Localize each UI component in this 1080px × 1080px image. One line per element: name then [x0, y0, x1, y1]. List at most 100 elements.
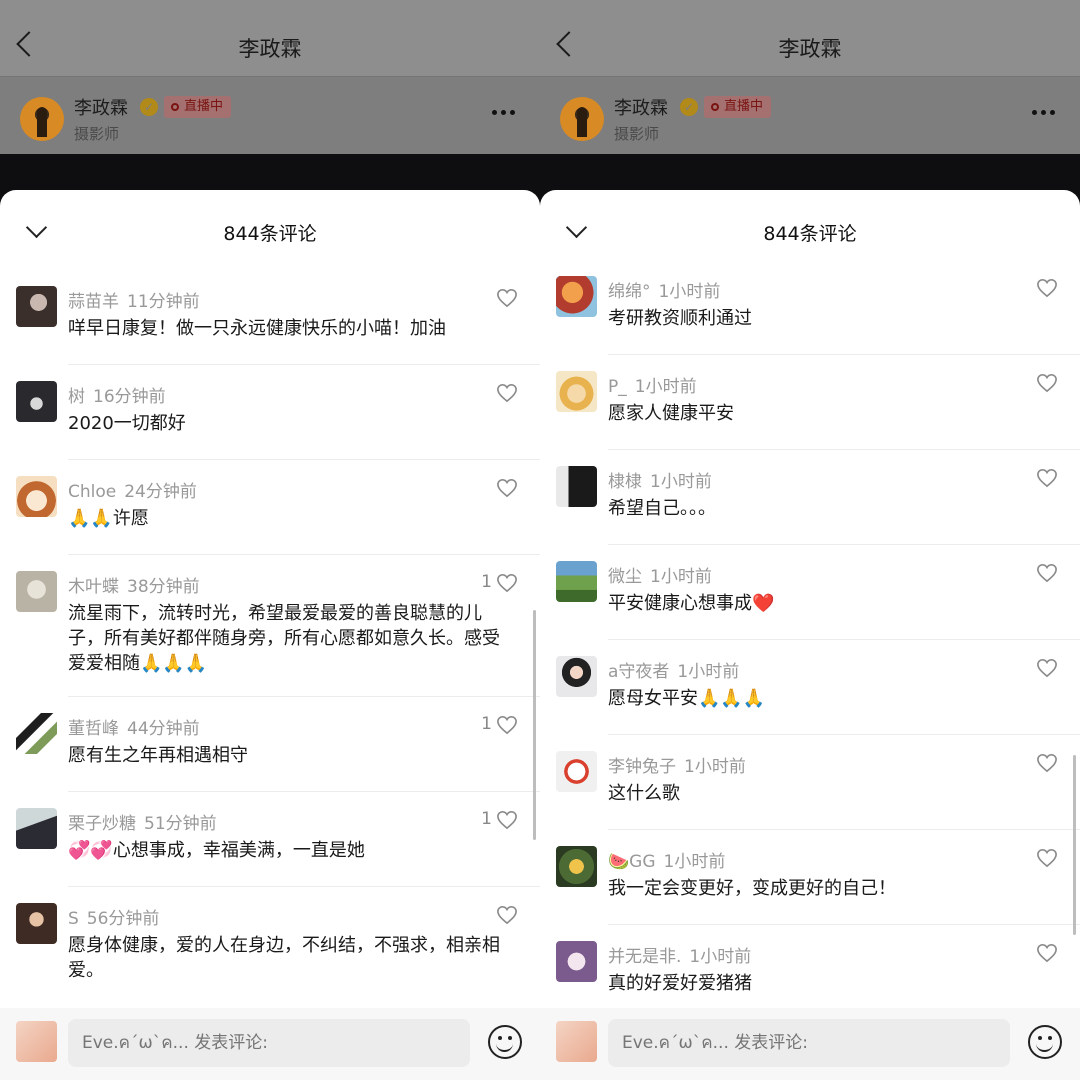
- live-badge[interactable]: 直播中: [704, 96, 772, 118]
- heart-icon[interactable]: [1036, 753, 1058, 773]
- comment-text: 💞💞心想事成，幸福美满，一直是她: [68, 840, 365, 861]
- commenter-avatar[interactable]: [16, 286, 57, 327]
- commenter-name[interactable]: 李钟兔子: [608, 757, 676, 777]
- commenter-avatar[interactable]: [556, 656, 597, 697]
- scrollbar[interactable]: [533, 610, 536, 840]
- heart-icon[interactable]: [496, 288, 518, 308]
- nav-bar: 李政霖: [0, 0, 540, 76]
- heart-icon[interactable]: [496, 905, 518, 925]
- comment-item[interactable]: 树 16分钟前 2020一切都好: [0, 365, 540, 460]
- avatar[interactable]: [560, 97, 604, 141]
- comment-count-title: 844条评论: [763, 223, 857, 245]
- like-count: 1: [481, 572, 492, 592]
- comment-text: 这什么歌: [608, 783, 680, 804]
- heart-icon[interactable]: [1036, 943, 1058, 963]
- commenter-name[interactable]: P_: [608, 377, 627, 397]
- my-avatar[interactable]: [16, 1021, 57, 1062]
- comment-sheet-header: 844条评论: [0, 190, 540, 270]
- user-name[interactable]: 李政霖: [614, 94, 668, 120]
- left-screen: 李政霖 李政霖 ✓ 直播中 摄影师 844条评论 蒜苗羊 11分钟前 咩早日康复…: [0, 0, 540, 1080]
- comment-list[interactable]: 蒜苗羊 11分钟前 咩早日康复！做一只永远健康快乐的小喵！加油 树 16分钟前 20…: [0, 270, 540, 1005]
- user-bar: 李政霖 ✓ 直播中 摄影师: [0, 76, 540, 154]
- comment-item[interactable]: 董哲峰 44分钟前 愿有生之年再相遇相守 1: [0, 697, 540, 792]
- comment-item[interactable]: 李钟兔子 1小时前 这什么歌: [540, 735, 1080, 830]
- heart-icon[interactable]: [1036, 848, 1058, 868]
- comment-input[interactable]: [608, 1019, 1010, 1067]
- more-options-icon[interactable]: [492, 110, 516, 116]
- nav-title: 李政霖: [238, 37, 302, 61]
- comment-time: 1小时前: [658, 282, 721, 302]
- commenter-name[interactable]: 并无是非.: [608, 947, 681, 967]
- commenter-avatar[interactable]: [556, 941, 597, 982]
- comment-item[interactable]: 并无是非. 1小时前 真的好爱好爱猪猪: [540, 925, 1080, 1020]
- comment-item[interactable]: P_ 1小时前 愿家人健康平安: [540, 355, 1080, 450]
- emoji-smile-icon[interactable]: [488, 1025, 522, 1059]
- live-badge[interactable]: 直播中: [164, 96, 232, 118]
- avatar[interactable]: [20, 97, 64, 141]
- comment-text: 考研教资顺利通过: [608, 308, 752, 329]
- comment-time: 1小时前: [677, 662, 740, 682]
- commenter-name[interactable]: 棣棣: [608, 472, 642, 492]
- comment-text: 🙏🙏许愿: [68, 508, 149, 529]
- commenter-avatar[interactable]: [556, 371, 597, 412]
- commenter-name[interactable]: 🍉GG: [608, 852, 656, 872]
- comment-time: 1小时前: [634, 377, 697, 397]
- heart-icon[interactable]: [1036, 468, 1058, 488]
- comment-item[interactable]: S 56分钟前 愿身体健康，爱的人在身边，不纠结，不强求，相亲相爱。: [0, 887, 540, 1005]
- heart-icon[interactable]: [496, 478, 518, 498]
- heart-icon[interactable]: [1036, 278, 1058, 298]
- comment-time: 1小时前: [689, 947, 752, 967]
- comment-item[interactable]: 蒜苗羊 11分钟前 咩早日康复！做一只永远健康快乐的小喵！加油: [0, 270, 540, 365]
- comment-list[interactable]: 绵绵° 1小时前 考研教资顺利通过 P_ 1小时前 愿家人健康平安 棣棣 1小时前 希…: [540, 260, 1080, 1020]
- commenter-avatar[interactable]: [556, 561, 597, 602]
- commenter-avatar[interactable]: [16, 476, 57, 517]
- commenter-avatar[interactable]: [16, 808, 57, 849]
- heart-icon[interactable]: [496, 715, 518, 735]
- nav-bar: 李政霖: [540, 0, 1080, 76]
- comment-item[interactable]: 🍉GG 1小时前 我一定会变更好，变成更好的自己！: [540, 830, 1080, 925]
- heart-icon[interactable]: [1036, 658, 1058, 678]
- heart-icon[interactable]: [496, 810, 518, 830]
- heart-icon[interactable]: [1036, 373, 1058, 393]
- commenter-name[interactable]: 蒜苗羊: [68, 292, 119, 312]
- commenter-name[interactable]: 微尘: [608, 567, 642, 587]
- my-avatar[interactable]: [556, 1021, 597, 1062]
- comment-item[interactable]: Chloe 24分钟前 🙏🙏许愿: [0, 460, 540, 555]
- commenter-avatar[interactable]: [16, 381, 57, 422]
- scrollbar[interactable]: [1073, 755, 1076, 935]
- commenter-name[interactable]: 木叶蝶: [68, 577, 119, 597]
- commenter-avatar[interactable]: [556, 466, 597, 507]
- comment-item[interactable]: 木叶蝶 38分钟前 流星雨下，流转时光，希望最爱最爱的善良聪慧的儿子，所有美好都伴…: [0, 555, 540, 697]
- emoji-smile-icon[interactable]: [1028, 1025, 1062, 1059]
- commenter-name[interactable]: Chloe: [68, 482, 116, 502]
- comment-item[interactable]: 绵绵° 1小时前 考研教资顺利通过: [540, 260, 1080, 355]
- commenter-name[interactable]: a守夜者: [608, 662, 669, 682]
- comment-text: 希望自己。。。: [608, 498, 716, 519]
- commenter-avatar[interactable]: [556, 846, 597, 887]
- comment-item[interactable]: 微尘 1小时前 平安健康心想事成❤️: [540, 545, 1080, 640]
- comment-text: 愿母女平安🙏🙏🙏: [608, 688, 766, 709]
- commenter-avatar[interactable]: [556, 276, 597, 317]
- commenter-name[interactable]: 栗子炒糖: [68, 814, 136, 834]
- commenter-avatar[interactable]: [16, 571, 57, 612]
- comment-item[interactable]: a守夜者 1小时前 愿母女平安🙏🙏🙏: [540, 640, 1080, 735]
- commenter-name[interactable]: 董哲峰: [68, 719, 119, 739]
- commenter-avatar[interactable]: [556, 751, 597, 792]
- commenter-name[interactable]: S: [68, 909, 79, 929]
- heart-icon[interactable]: [496, 383, 518, 403]
- commenter-name[interactable]: 树: [68, 387, 85, 407]
- comment-input[interactable]: [68, 1019, 470, 1067]
- comment-item[interactable]: 棣棣 1小时前 希望自己。。。: [540, 450, 1080, 545]
- heart-icon[interactable]: [496, 573, 518, 593]
- user-title: 摄影师: [74, 125, 120, 143]
- commenter-avatar[interactable]: [16, 713, 57, 754]
- commenter-name[interactable]: 绵绵°: [608, 282, 651, 302]
- user-name[interactable]: 李政霖: [74, 94, 128, 120]
- heart-icon[interactable]: [1036, 563, 1058, 583]
- commenter-avatar[interactable]: [16, 903, 57, 944]
- comment-item[interactable]: 栗子炒糖 51分钟前 💞💞心想事成，幸福美满，一直是她 1: [0, 792, 540, 887]
- more-options-icon[interactable]: [1032, 110, 1056, 116]
- comment-text: 流星雨下，流转时光，希望最爱最爱的善良聪慧的儿子，所有美好都伴随身旁，所有心愿都…: [68, 603, 500, 674]
- comment-composer: [540, 1008, 1080, 1080]
- comment-text: 2020一切都好: [68, 413, 186, 434]
